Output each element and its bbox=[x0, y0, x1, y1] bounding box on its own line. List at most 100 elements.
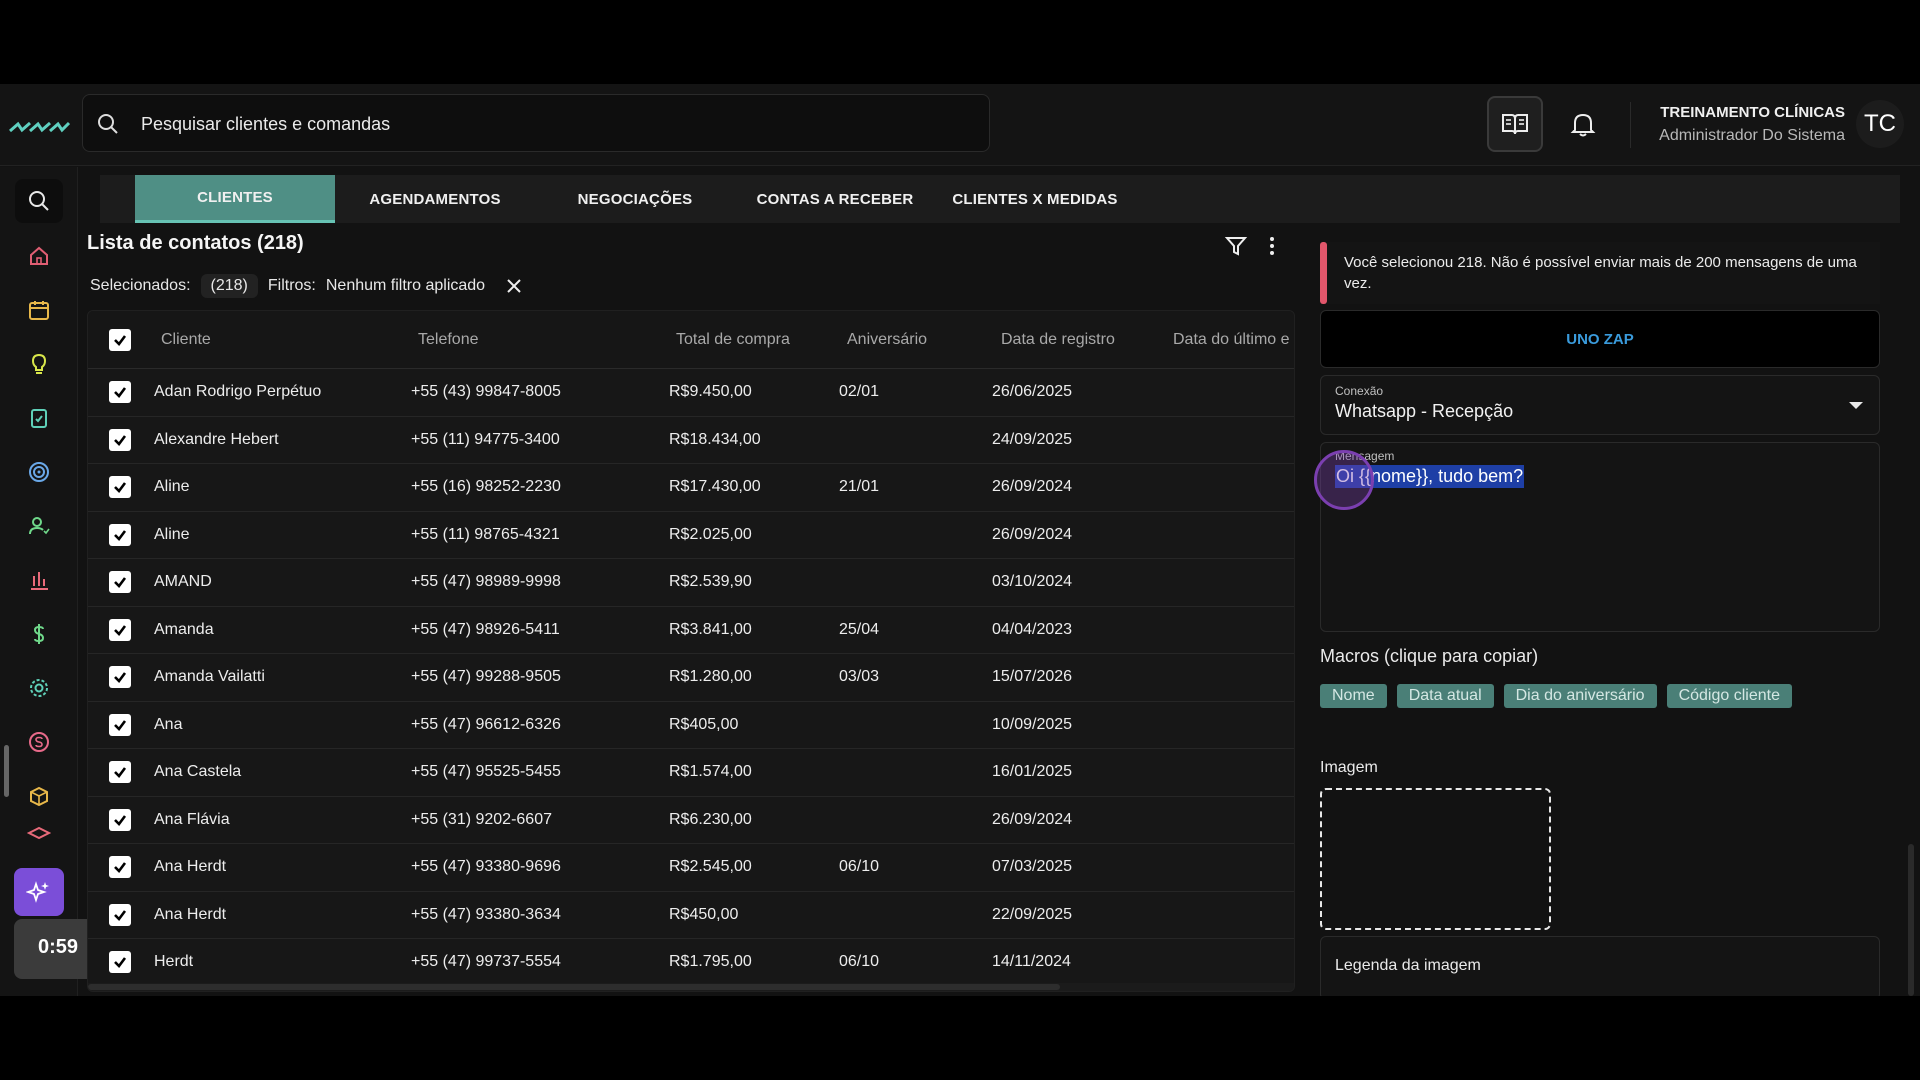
sidebar-item-home[interactable] bbox=[15, 234, 63, 278]
more-options-icon[interactable] bbox=[1266, 234, 1278, 258]
tab-clientes-x-medidas[interactable]: CLIENTES X MEDIDAS bbox=[935, 175, 1135, 223]
row-checkbox[interactable] bbox=[109, 523, 131, 546]
table-row[interactable]: Ana Castela +55 (47) 95525-5455 R$1.574,00… bbox=[88, 749, 1294, 797]
table-row[interactable]: AMAND +55 (47) 98989-9998 R$2.539,90 03/10/… bbox=[88, 559, 1294, 607]
image-caption-field[interactable]: Legenda da imagem bbox=[1320, 936, 1880, 996]
image-title: Imagem bbox=[1320, 759, 1378, 776]
column-header[interactable]: Total de compra bbox=[676, 331, 790, 349]
tab-clientes[interactable]: CLIENTES bbox=[135, 175, 335, 223]
notifications-button[interactable] bbox=[1555, 96, 1611, 152]
table-row[interactable]: Alexandre Hebert +55 (11) 94775-3400 R$18.… bbox=[88, 417, 1294, 464]
row-checkbox[interactable] bbox=[109, 476, 131, 498]
table-row[interactable]: Aline +55 (11) 98765-4321 R$2.025,00 26/09/… bbox=[88, 512, 1294, 559]
table-row[interactable]: Ana Flávia +55 (31) 9202-6607 R$6.230,00 26… bbox=[88, 797, 1294, 844]
row-checkbox[interactable] bbox=[109, 808, 131, 831]
user-icon bbox=[29, 517, 50, 535]
provider-button[interactable]: UNO ZAP bbox=[1320, 310, 1880, 368]
column-header[interactable]: Data de registro bbox=[1001, 331, 1115, 349]
filter-icon[interactable] bbox=[1224, 234, 1248, 258]
column-header[interactable]: Aniversário bbox=[847, 331, 927, 349]
tab-agendamentos[interactable]: AGENDAMENTOS bbox=[335, 175, 535, 223]
macro-chip[interactable]: Código cliente bbox=[1666, 684, 1792, 708]
cell-name: Adan Rodrigo Perpétuo bbox=[154, 383, 322, 400]
horizontal-scrollbar[interactable] bbox=[88, 983, 1294, 991]
row-checkbox[interactable] bbox=[109, 571, 131, 593]
row-checkbox[interactable] bbox=[109, 713, 131, 736]
table-row[interactable]: Herdt +55 (47) 99737-5554 R$1.795,00 06/10 1… bbox=[88, 939, 1294, 987]
table-row[interactable]: Amanda Vailatti +55 (47) 99288-9505 R$1.28… bbox=[88, 654, 1294, 702]
table-row[interactable]: Ana Herdt +55 (47) 93380-9696 R$2.545,00 06… bbox=[88, 844, 1294, 892]
cell-phone: +55 (31) 9202-6607 bbox=[411, 810, 552, 828]
sidebar-item-settings[interactable] bbox=[15, 666, 63, 710]
logo-icon[interactable] bbox=[8, 120, 70, 134]
cell-registered: 26/09/2024 bbox=[992, 810, 1073, 828]
tab-contas-a-receber[interactable]: CONTAS A RECEBER bbox=[735, 175, 935, 223]
table-row[interactable]: Amanda +55 (47) 98926-5411 R$3.841,00 25/04… bbox=[88, 607, 1294, 654]
sidebar-item-goals[interactable] bbox=[15, 450, 63, 494]
connection-select[interactable]: Conexão Whatsapp - Recepção bbox=[1320, 375, 1880, 435]
check-icon bbox=[114, 335, 127, 346]
cell-total: R$2.025,00 bbox=[669, 525, 752, 543]
row-checkbox[interactable] bbox=[109, 381, 131, 403]
cell-phone: +55 (11) 94775-3400 bbox=[411, 430, 560, 448]
global-search[interactable] bbox=[82, 94, 990, 152]
macros-list: Nome Data atual Dia do aniversário Códig… bbox=[1320, 684, 1792, 708]
ai-assistant-button[interactable] bbox=[14, 868, 64, 916]
row-checkbox[interactable] bbox=[109, 428, 131, 451]
clipboard-check-icon bbox=[31, 409, 47, 428]
row-checkbox[interactable] bbox=[109, 618, 131, 641]
column-header[interactable]: Cliente bbox=[161, 331, 211, 349]
row-checkbox[interactable] bbox=[109, 856, 131, 878]
sidebar-item-reports[interactable] bbox=[15, 558, 63, 602]
macro-chip[interactable]: Dia do aniversário bbox=[1503, 684, 1657, 708]
table-row[interactable]: Adan Rodrigo Perpétuo +55 (43) 99847-8005… bbox=[88, 369, 1294, 417]
book-button[interactable] bbox=[1487, 96, 1543, 152]
cell-name: Aline bbox=[154, 478, 190, 495]
cell-total: R$2.545,00 bbox=[669, 858, 752, 875]
row-checkbox[interactable] bbox=[109, 951, 131, 973]
sidebar-item-education[interactable] bbox=[15, 822, 63, 848]
sidebar-item-tasks[interactable] bbox=[15, 396, 63, 440]
select-all-checkbox[interactable] bbox=[109, 329, 131, 351]
avatar[interactable]: TC bbox=[1856, 100, 1904, 148]
column-header[interactable]: Telefone bbox=[418, 331, 479, 349]
table-row[interactable]: Ana Herdt +55 (47) 93380-3634 R$450,00 22/0… bbox=[88, 892, 1294, 939]
sidebar-item-clients[interactable] bbox=[15, 504, 63, 548]
sidebar-item-payments[interactable] bbox=[15, 720, 63, 764]
cell-total: R$405,00 bbox=[669, 715, 739, 733]
image-dropzone[interactable] bbox=[1320, 788, 1551, 930]
cell-total: R$18.434,00 bbox=[669, 430, 761, 448]
top-bar: TREINAMENTO CLÍNICAS Administrador Do Si… bbox=[0, 84, 1920, 166]
cell-phone: +55 (47) 95525-5455 bbox=[411, 763, 561, 780]
table-row[interactable]: Aline +55 (16) 98252-2230 R$17.430,00 21/01… bbox=[88, 464, 1294, 512]
sidebar bbox=[0, 167, 78, 996]
sidebar-item-calendar[interactable] bbox=[15, 288, 63, 332]
check-icon bbox=[114, 529, 127, 541]
cell-phone: +55 (47) 99737-5554 bbox=[411, 953, 561, 970]
row-checkbox[interactable] bbox=[109, 903, 131, 926]
macro-chip[interactable]: Nome bbox=[1320, 684, 1387, 708]
row-checkbox[interactable] bbox=[109, 761, 131, 783]
macro-chip[interactable]: Data atual bbox=[1396, 684, 1494, 708]
row-checkbox[interactable] bbox=[109, 666, 131, 688]
message-textarea[interactable]: Mensagem Oi {{nome}}, tudo bem? bbox=[1320, 442, 1880, 632]
cell-registered: 03/10/2024 bbox=[992, 573, 1073, 590]
scrollbar-thumb[interactable] bbox=[88, 984, 1060, 990]
cell-total: R$17.430,00 bbox=[669, 478, 761, 495]
table-row[interactable]: Ana +55 (47) 96612-6326 R$405,00 10/09/2025 bbox=[88, 702, 1294, 749]
search-input[interactable] bbox=[141, 109, 941, 139]
check-icon bbox=[114, 814, 127, 826]
vertical-scrollbar[interactable] bbox=[1908, 844, 1914, 996]
clear-filters-icon[interactable] bbox=[505, 277, 523, 295]
divider bbox=[1630, 102, 1631, 148]
sidebar-search[interactable] bbox=[15, 179, 63, 223]
cell-name: Ana Herdt bbox=[154, 858, 227, 875]
column-header[interactable]: Data do último e bbox=[1173, 331, 1290, 349]
sidebar-item-finance[interactable] bbox=[15, 612, 63, 656]
check-icon bbox=[114, 624, 127, 636]
cell-registered: 26/06/2025 bbox=[992, 383, 1073, 400]
tab-negociacoes[interactable]: NEGOCIAÇÕES bbox=[535, 175, 735, 223]
click-indicator bbox=[1314, 450, 1374, 510]
sidebar-item-ideas[interactable] bbox=[15, 342, 63, 386]
sidebar-item-inventory[interactable] bbox=[15, 774, 63, 818]
